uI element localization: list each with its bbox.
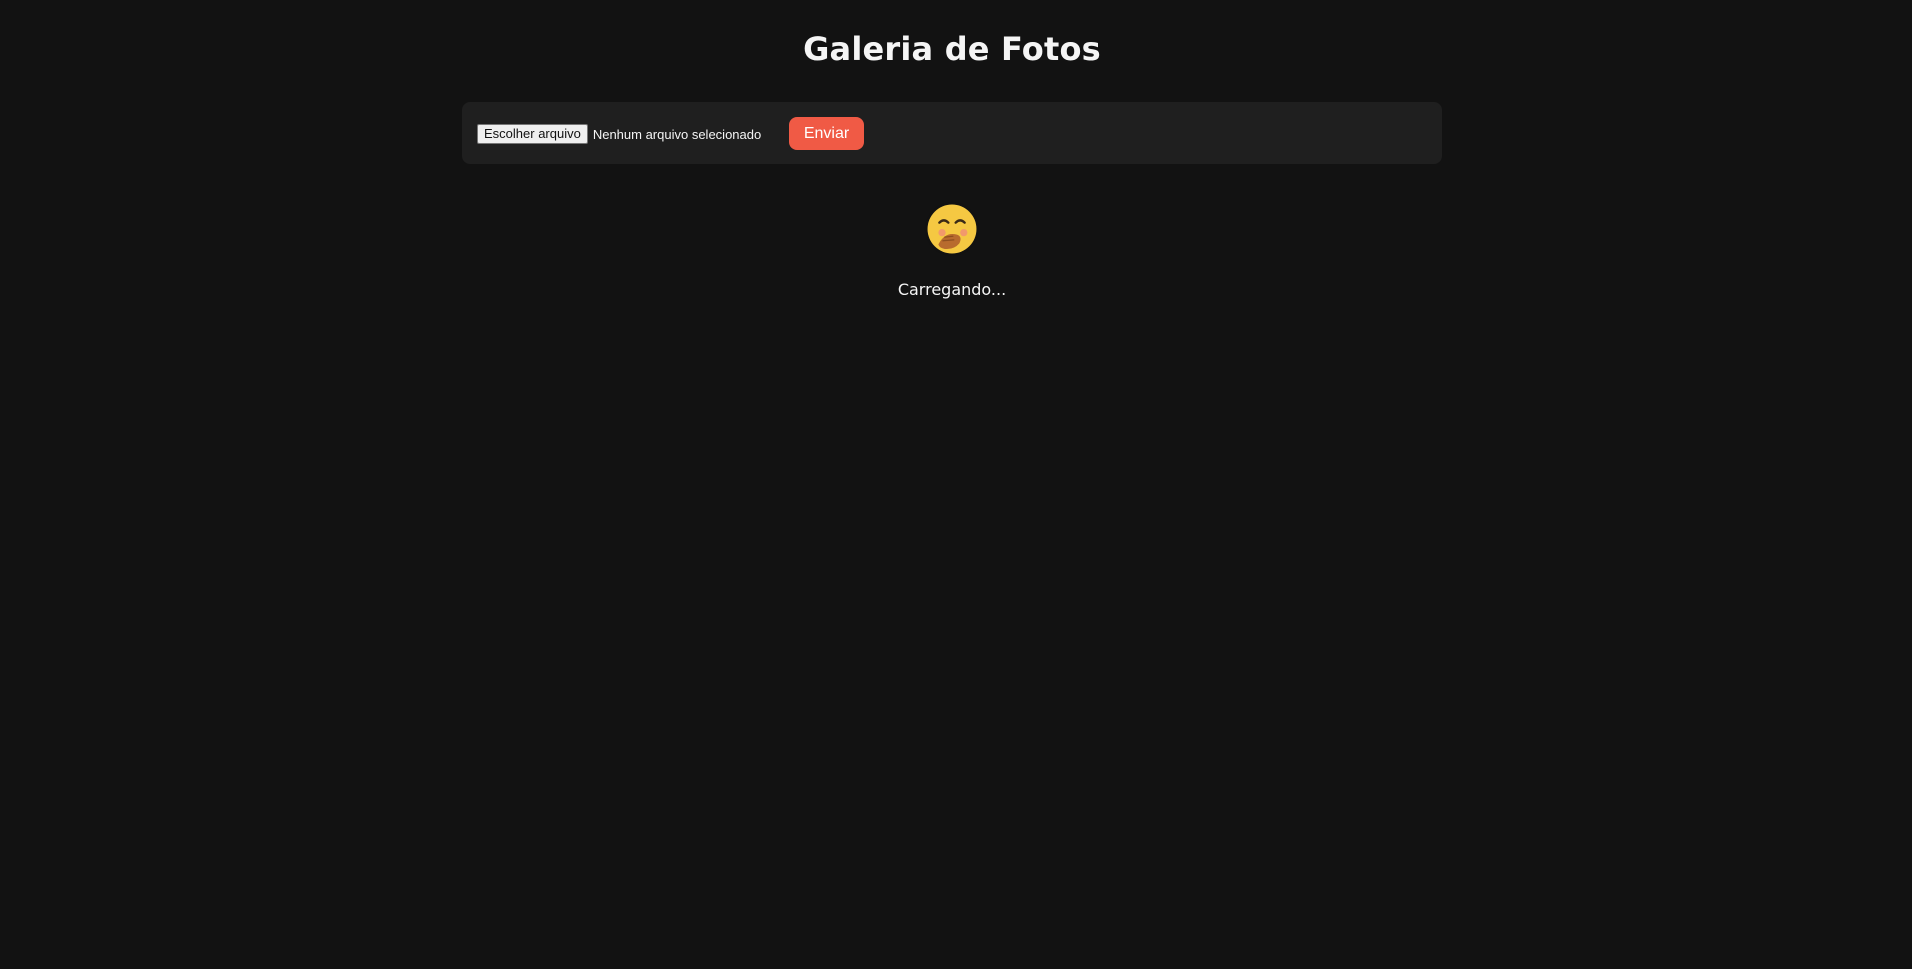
file-status-text: Nenhum arquivo selecionado <box>592 126 762 142</box>
page-title: Galeria de Fotos <box>803 30 1101 68</box>
loading-indicator: Carregando... <box>852 200 1052 299</box>
upload-form: Escolher arquivo Nenhum arquivo selecion… <box>462 102 1442 164</box>
page: Galeria de Fotos Escolher arquivo Nenhum… <box>0 0 1912 969</box>
choose-file-button[interactable]: Escolher arquivo <box>477 124 588 144</box>
loading-text: Carregando... <box>897 280 1007 299</box>
file-picker[interactable]: Escolher arquivo Nenhum arquivo selecion… <box>477 124 761 144</box>
submit-button[interactable]: Enviar <box>789 117 864 150</box>
hand-over-mouth-emoji-icon <box>924 201 980 257</box>
